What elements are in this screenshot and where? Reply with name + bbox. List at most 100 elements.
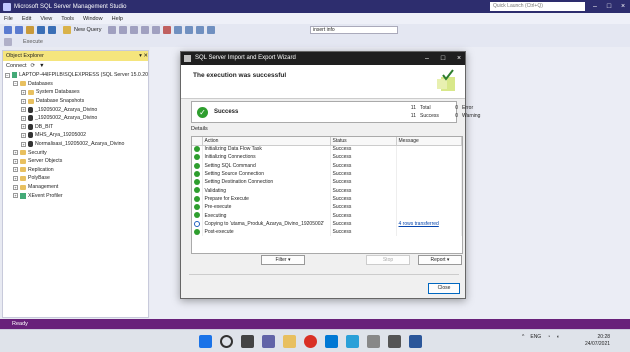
report-button[interactable]: Report ▾ <box>418 255 462 265</box>
wifi-icon[interactable]: ◔ <box>547 334 550 340</box>
tree-node[interactable]: + Replication <box>5 166 148 175</box>
expand-icon[interactable]: + <box>21 115 26 121</box>
expand-icon[interactable]: + <box>21 132 26 138</box>
stop-button[interactable]: Stop <box>366 255 410 265</box>
pin-icon[interactable]: ▾ ✕ <box>139 51 148 61</box>
tree-node[interactable]: + Security <box>5 148 148 157</box>
filter-button[interactable]: Filter ▾ <box>261 255 305 265</box>
mdx-icon[interactable] <box>118 26 127 34</box>
open-icon[interactable] <box>26 26 34 34</box>
word-icon[interactable] <box>409 335 422 348</box>
table-row[interactable]: Post-execute Success <box>192 227 462 237</box>
tree-node[interactable]: + Management <box>5 183 148 192</box>
tree-node[interactable]: + Database Snapshots <box>5 97 148 106</box>
tree-node[interactable]: + _19205002_Azarya_Divino <box>5 105 148 114</box>
task-view-icon[interactable] <box>241 335 254 348</box>
dax-icon[interactable] <box>151 26 160 34</box>
tree-node[interactable]: + _19205002_Azarya_Divino <box>5 114 148 123</box>
language-indicator[interactable]: ENG <box>530 334 541 340</box>
menu-tools[interactable]: Tools <box>61 16 74 22</box>
filter-icon[interactable]: ▼ <box>39 63 44 69</box>
file-explorer-icon[interactable] <box>283 335 296 348</box>
ssms-taskbar-icon[interactable] <box>367 335 380 348</box>
database-select-icon[interactable] <box>4 37 12 46</box>
copy-icon[interactable] <box>173 26 182 34</box>
action-column-header[interactable]: Action <box>202 137 331 146</box>
table-row[interactable]: Setting Source Connection Success <box>192 169 462 179</box>
cut-icon[interactable] <box>162 26 171 34</box>
tree-node[interactable]: + PolyBase <box>5 174 148 183</box>
table-row[interactable]: Initializing Connections Success <box>192 153 462 162</box>
tray-chevron-icon[interactable]: ^ <box>522 334 524 340</box>
quick-launch-input[interactable]: Quick Launch (Ctrl+Q) <box>490 2 585 11</box>
expand-icon[interactable]: + <box>21 141 26 147</box>
tree-node[interactable]: + DB_BIT <box>5 123 148 132</box>
maximize-icon[interactable]: □ <box>602 0 616 13</box>
expand-icon[interactable]: + <box>21 124 26 130</box>
tree-node[interactable]: + XEvent Profiler <box>5 191 148 200</box>
search-icon[interactable] <box>220 335 233 348</box>
message-cell[interactable]: 4 rows transferred <box>396 219 462 228</box>
tree-node[interactable]: + MHS_Arya_19205002 <box>5 131 148 140</box>
wizard-minimize-icon[interactable]: – <box>419 52 435 65</box>
refresh-icon[interactable]: ⟳ <box>31 63 36 69</box>
back-icon[interactable] <box>4 26 12 34</box>
close-icon[interactable]: × <box>616 0 630 13</box>
paste-icon[interactable] <box>184 26 193 34</box>
find-combo[interactable]: insert info <box>310 26 398 34</box>
table-row[interactable]: Validating Success <box>192 186 462 195</box>
expand-icon[interactable]: − <box>13 81 18 87</box>
expand-icon[interactable]: − <box>5 72 10 78</box>
save-icon[interactable] <box>37 26 45 34</box>
expand-icon[interactable]: + <box>13 167 18 173</box>
message-column-header[interactable]: Message <box>396 137 462 146</box>
table-row[interactable]: Setting Destination Connection Success <box>192 178 462 187</box>
wizard-taskbar-icon[interactable] <box>388 335 401 348</box>
undo-icon[interactable] <box>195 26 204 34</box>
wizard-maximize-icon[interactable]: □ <box>435 52 451 65</box>
menu-help[interactable]: Help <box>112 16 123 22</box>
expand-icon[interactable]: + <box>21 107 26 113</box>
edge-icon[interactable] <box>325 335 338 348</box>
expand-icon[interactable]: + <box>13 175 18 181</box>
clock[interactable]: 20:28 24/07/2021 <box>585 334 610 348</box>
chat-icon[interactable] <box>262 335 275 348</box>
table-row[interactable]: Executing Success <box>192 211 462 220</box>
table-row[interactable]: Pre-execute Success <box>192 203 462 212</box>
table-row[interactable]: Setting SQL Command Success <box>192 161 462 170</box>
close-button[interactable]: Close <box>428 283 460 294</box>
menu-view[interactable]: View <box>40 16 52 22</box>
expand-icon[interactable]: + <box>21 89 26 95</box>
table-row[interactable]: Copying to 'utama_Produk_Azarya_Divino_1… <box>192 219 462 228</box>
save-all-icon[interactable] <box>48 26 56 34</box>
xmla-icon[interactable] <box>140 26 149 34</box>
tree-node[interactable]: − LAPTOP-44IFPILB\SQLEXPRESS (SQL Server … <box>5 71 148 80</box>
dmx-icon[interactable] <box>129 26 138 34</box>
expand-icon[interactable]: + <box>13 193 18 199</box>
status-column-header[interactable]: Status <box>330 137 397 146</box>
menu-edit[interactable]: Edit <box>22 16 31 22</box>
menu-window[interactable]: Window <box>83 16 103 22</box>
start-icon[interactable] <box>199 335 212 348</box>
connect-button[interactable]: Connect <box>6 63 27 69</box>
table-row[interactable]: Prepare for Execute Success <box>192 194 462 204</box>
expand-icon[interactable]: + <box>13 150 18 156</box>
expand-icon[interactable]: + <box>13 184 18 190</box>
wizard-close-icon[interactable]: × <box>451 52 467 65</box>
tree-node[interactable]: + System Databases <box>5 88 148 97</box>
execute-button[interactable]: Execute <box>23 39 43 45</box>
table-row[interactable]: Initializing Data Flow Task Success <box>192 145 462 154</box>
tree-node[interactable]: − Databases <box>5 80 148 89</box>
redo-icon[interactable] <box>206 26 215 34</box>
chrome-icon[interactable] <box>304 335 317 348</box>
tree-node[interactable]: + Server Objects <box>5 157 148 166</box>
expand-icon[interactable]: + <box>21 98 26 104</box>
store-icon[interactable] <box>346 335 359 348</box>
expand-icon[interactable]: + <box>13 158 18 164</box>
forward-icon[interactable] <box>15 26 23 34</box>
new-query-button[interactable]: New Query <box>63 26 102 34</box>
volume-icon[interactable]: ◖ <box>556 334 559 340</box>
minimize-icon[interactable]: – <box>588 0 602 13</box>
tree-node[interactable]: + Normalisasi_19205002_Azarya_Divino <box>5 140 148 149</box>
menu-file[interactable]: File <box>4 16 13 22</box>
